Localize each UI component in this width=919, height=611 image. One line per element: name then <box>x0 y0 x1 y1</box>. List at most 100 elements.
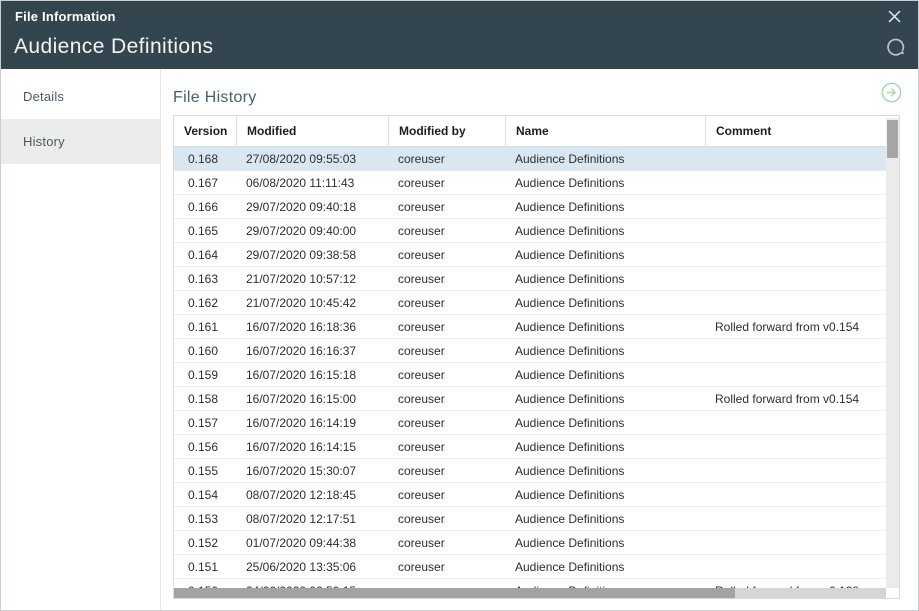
cell-version: 0.154 <box>174 488 236 502</box>
cell-name: Audience Definitions <box>505 152 705 166</box>
column-header-modified-by[interactable]: Modified by <box>388 116 505 146</box>
cell-modified-by: coreuser <box>388 464 505 478</box>
cell-name: Audience Definitions <box>505 560 705 574</box>
cell-modified: 29/07/2020 09:40:00 <box>236 224 388 238</box>
table-row[interactable]: 0.164 29/07/2020 09:38:58 coreuser Audie… <box>174 243 899 267</box>
cell-version: 0.167 <box>174 176 236 190</box>
cell-name: Audience Definitions <box>505 248 705 262</box>
cell-modified: 08/07/2020 12:18:45 <box>236 488 388 502</box>
cell-version: 0.159 <box>174 368 236 382</box>
cell-version: 0.160 <box>174 344 236 358</box>
table-row[interactable]: 0.159 16/07/2020 16:15:18 coreuser Audie… <box>174 363 899 387</box>
cell-version: 0.163 <box>174 272 236 286</box>
refresh-button[interactable] <box>884 35 908 59</box>
cell-modified: 16/07/2020 16:15:00 <box>236 392 388 406</box>
file-history-table: Version Modified Modified by Name Commen… <box>173 115 900 599</box>
cell-modified-by: coreuser <box>388 344 505 358</box>
cell-modified: 16/07/2020 16:16:37 <box>236 344 388 358</box>
cell-comment: Rolled forward from v0.154 <box>705 392 886 406</box>
cell-comment: Rolled forward from v0.154 <box>705 320 886 334</box>
cell-version: 0.156 <box>174 440 236 454</box>
sidebar-item-history[interactable]: History <box>1 119 160 164</box>
column-header-modified[interactable]: Modified <box>236 116 388 146</box>
cell-modified: 16/07/2020 16:14:19 <box>236 416 388 430</box>
table-row[interactable]: 0.167 06/08/2020 11:11:43 coreuser Audie… <box>174 171 899 195</box>
cell-version: 0.153 <box>174 512 236 526</box>
cell-name: Audience Definitions <box>505 272 705 286</box>
table-row[interactable]: 0.154 08/07/2020 12:18:45 coreuser Audie… <box>174 483 899 507</box>
cell-modified-by: coreuser <box>388 392 505 406</box>
cell-version: 0.162 <box>174 296 236 310</box>
sidebar-item-details[interactable]: Details <box>1 74 160 119</box>
table-row[interactable]: 0.168 27/08/2020 09:55:03 coreuser Audie… <box>174 147 899 171</box>
cell-name: Audience Definitions <box>505 416 705 430</box>
sidebar-item-label: History <box>23 134 65 149</box>
horizontal-scrollbar[interactable] <box>174 588 886 598</box>
cell-version: 0.161 <box>174 320 236 334</box>
table-row[interactable]: 0.165 29/07/2020 09:40:00 coreuser Audie… <box>174 219 899 243</box>
cell-modified-by: coreuser <box>388 416 505 430</box>
cell-modified-by: coreuser <box>388 152 505 166</box>
section-title: File History <box>173 89 918 107</box>
cell-modified-by: coreuser <box>388 200 505 214</box>
cell-modified: 29/07/2020 09:40:18 <box>236 200 388 214</box>
table-row[interactable]: 0.161 16/07/2020 16:18:36 coreuser Audie… <box>174 315 899 339</box>
dialog-body: Details History File History Version <box>1 69 918 610</box>
dialog-title: File Information <box>15 9 884 24</box>
cell-version: 0.165 <box>174 224 236 238</box>
cell-modified-by: coreuser <box>388 296 505 310</box>
cell-modified: 27/08/2020 09:55:03 <box>236 152 388 166</box>
table-row[interactable]: 0.155 16/07/2020 15:30:07 coreuser Audie… <box>174 459 899 483</box>
table-row[interactable]: 0.152 01/07/2020 09:44:38 coreuser Audie… <box>174 531 899 555</box>
export-button[interactable] <box>881 82 902 103</box>
table-row[interactable]: 0.153 08/07/2020 12:17:51 coreuser Audie… <box>174 507 899 531</box>
table-row[interactable]: 0.156 16/07/2020 16:14:15 coreuser Audie… <box>174 435 899 459</box>
column-header-name[interactable]: Name <box>505 116 705 146</box>
close-icon <box>887 9 902 24</box>
cell-modified-by: coreuser <box>388 224 505 238</box>
cell-modified-by: coreuser <box>388 440 505 454</box>
vertical-scrollbar-thumb[interactable] <box>887 120 898 158</box>
refresh-icon <box>886 37 907 58</box>
cell-modified: 16/07/2020 15:30:07 <box>236 464 388 478</box>
sidebar-item-label: Details <box>23 89 64 104</box>
cell-name: Audience Definitions <box>505 536 705 550</box>
table-row[interactable]: 0.163 21/07/2020 10:57:12 coreuser Audie… <box>174 267 899 291</box>
vertical-scrollbar[interactable] <box>886 118 899 588</box>
cell-modified-by: coreuser <box>388 512 505 526</box>
cell-name: Audience Definitions <box>505 488 705 502</box>
horizontal-scrollbar-thumb[interactable] <box>174 588 735 598</box>
cell-modified: 16/07/2020 16:14:15 <box>236 440 388 454</box>
cell-name: Audience Definitions <box>505 320 705 334</box>
dialog-titlebar: File Information <box>1 1 918 29</box>
cell-modified: 29/07/2020 09:38:58 <box>236 248 388 262</box>
cell-modified: 25/06/2020 13:35:06 <box>236 560 388 574</box>
cell-name: Audience Definitions <box>505 344 705 358</box>
dialog-header: File Information Audience Definitions <box>1 1 918 69</box>
table-row[interactable]: 0.166 29/07/2020 09:40:18 coreuser Audie… <box>174 195 899 219</box>
cell-modified: 16/07/2020 16:18:36 <box>236 320 388 334</box>
table-row[interactable]: 0.160 16/07/2020 16:16:37 coreuser Audie… <box>174 339 899 363</box>
column-header-comment[interactable]: Comment <box>705 116 886 146</box>
cell-modified: 21/07/2020 10:45:42 <box>236 296 388 310</box>
cell-version: 0.166 <box>174 200 236 214</box>
column-header-version[interactable]: Version <box>174 116 236 146</box>
table-header-row: Version Modified Modified by Name Commen… <box>174 116 899 147</box>
cell-modified-by: coreuser <box>388 560 505 574</box>
cell-name: Audience Definitions <box>505 464 705 478</box>
table-row[interactable]: 0.162 21/07/2020 10:45:42 coreuser Audie… <box>174 291 899 315</box>
cell-modified: 06/08/2020 11:11:43 <box>236 176 388 190</box>
cell-version: 0.152 <box>174 536 236 550</box>
cell-version: 0.157 <box>174 416 236 430</box>
cell-modified-by: coreuser <box>388 320 505 334</box>
cell-name: Audience Definitions <box>505 392 705 406</box>
table-row[interactable]: 0.150 24/06/2020 09:59:15 coreuser Audie… <box>174 579 899 588</box>
cell-modified-by: coreuser <box>388 368 505 382</box>
table-row[interactable]: 0.151 25/06/2020 13:35:06 coreuser Audie… <box>174 555 899 579</box>
table-row[interactable]: 0.158 16/07/2020 16:15:00 coreuser Audie… <box>174 387 899 411</box>
table-row[interactable]: 0.157 16/07/2020 16:14:19 coreuser Audie… <box>174 411 899 435</box>
cell-name: Audience Definitions <box>505 200 705 214</box>
file-information-dialog: File Information Audience Definitions <box>0 0 919 611</box>
close-button[interactable] <box>884 6 904 26</box>
cell-modified-by: coreuser <box>388 536 505 550</box>
